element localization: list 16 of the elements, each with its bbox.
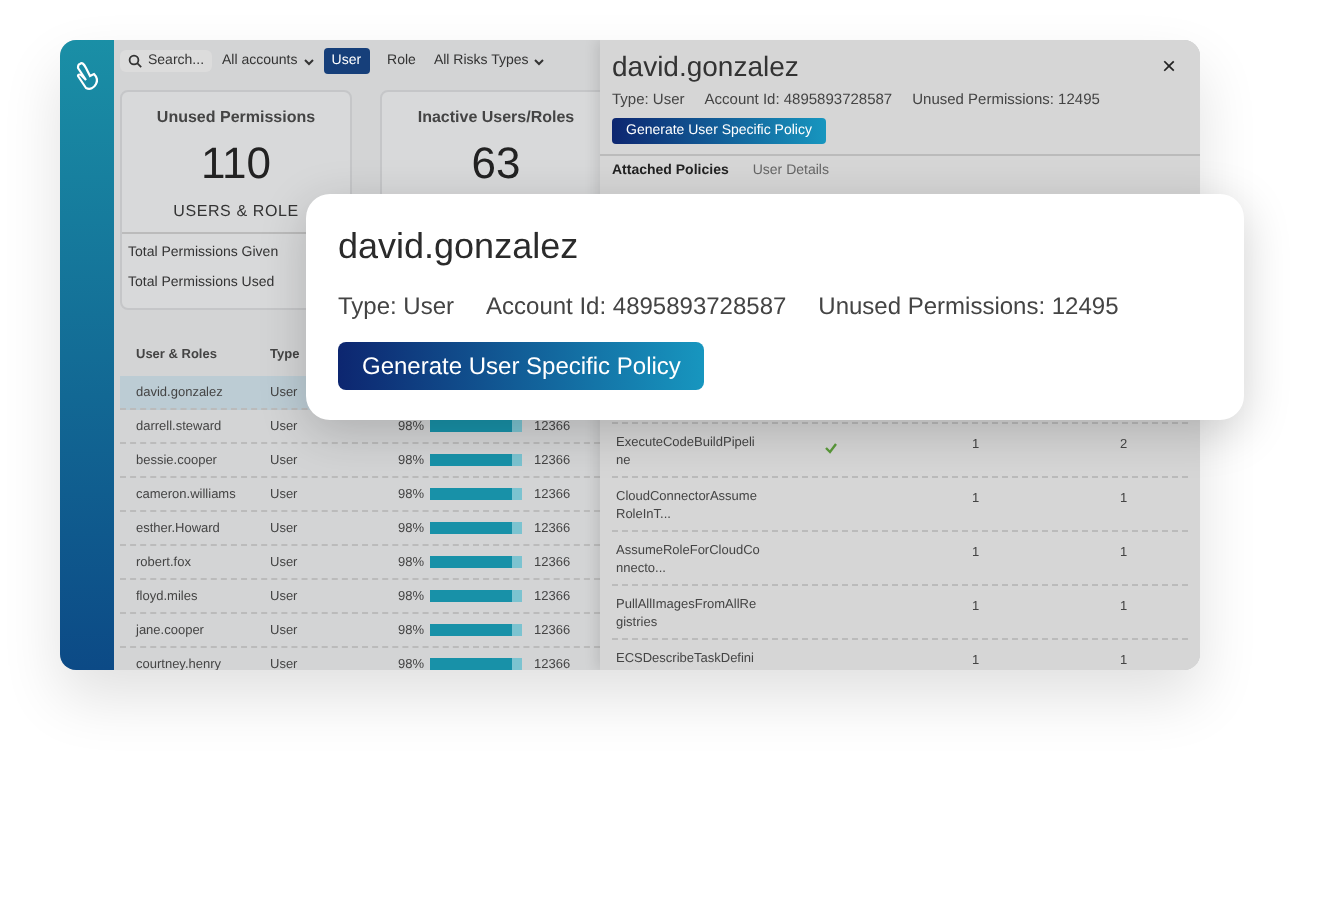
stat-value: 63 bbox=[471, 138, 521, 190]
chevron-down-icon bbox=[303, 57, 314, 65]
stat-title: Inactive Users/Roles bbox=[417, 108, 575, 126]
stat-title: Unused Permissions bbox=[156, 108, 316, 126]
hand-pointer-icon[interactable] bbox=[73, 60, 101, 92]
account-text: Account Id: 4895893728587 bbox=[486, 292, 787, 320]
unused-text: Unused Permissions: 12495 bbox=[818, 292, 1119, 320]
generate-policy-button[interactable]: Generate User Specific Policy bbox=[338, 342, 705, 390]
chevron-down-icon bbox=[534, 57, 545, 65]
search-icon bbox=[128, 54, 142, 68]
close-button[interactable]: × bbox=[1161, 52, 1188, 80]
panel-title: david.gonzalez bbox=[612, 50, 799, 82]
stat-value: 110 bbox=[200, 138, 272, 190]
stat-caption: USERS & ROLE bbox=[173, 202, 299, 220]
popup-title: david.gonzalez bbox=[338, 226, 581, 268]
type-text: Type: User bbox=[338, 292, 455, 320]
